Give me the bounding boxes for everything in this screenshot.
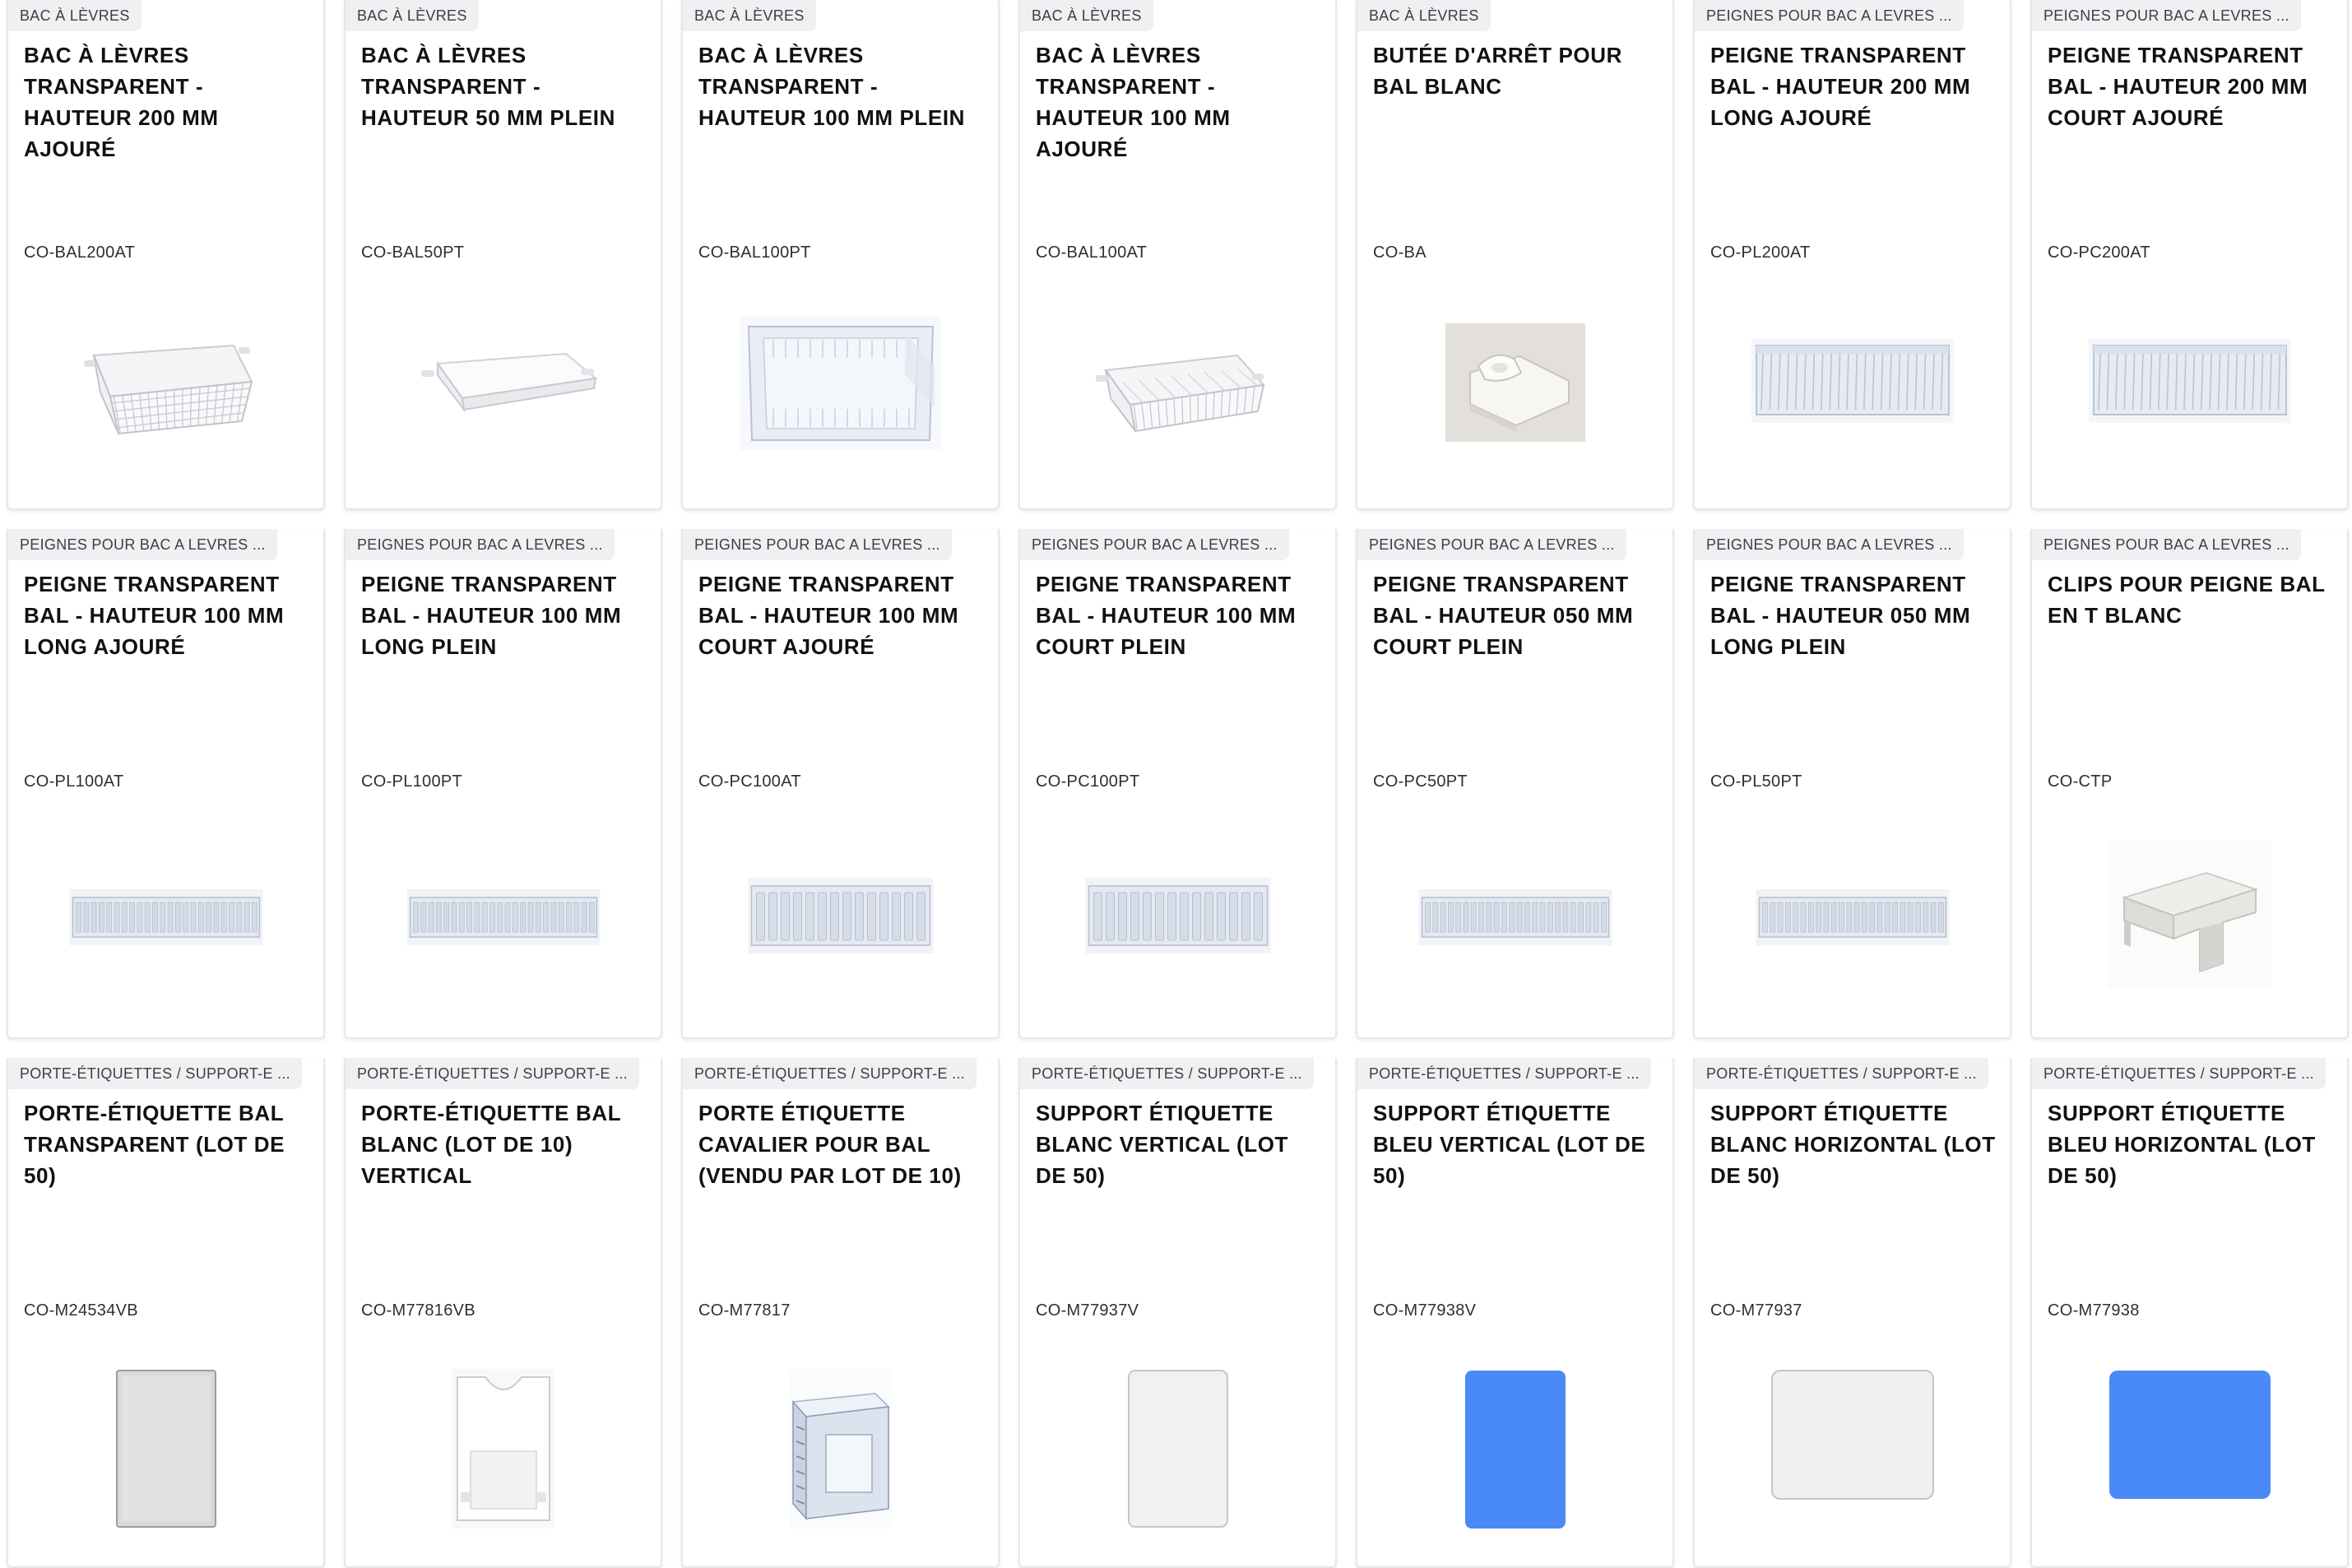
product-reference: CO-M24534VB — [24, 1301, 138, 1320]
product-category-badge: BAC À LÈVRES — [1020, 0, 1153, 31]
product-reference: CO-PC200AT — [2048, 244, 2150, 262]
product-title[interactable]: PORTE ÉTIQUETTE CAVALIER POUR BAL (VENDU… — [698, 1097, 986, 1191]
product-category-badge: BAC À LÈVRES — [346, 0, 479, 31]
product-category-badge: BAC À LÈVRES — [8, 0, 141, 31]
product-category-badge: BAC À LÈVRES — [1357, 0, 1491, 31]
product-reference: CO-M77938 — [2048, 1301, 2140, 1320]
product-category-badge: PORTE-ÉTIQUETTES / SUPPORT-E ... — [1695, 1058, 1988, 1089]
product-card[interactable]: BAC À LÈVRES BAC À LÈVRES TRANSPARENT - H… — [1018, 0, 1337, 510]
product-reference: CO-PL100AT — [24, 772, 124, 791]
product-reference: CO-BAL100AT — [1036, 244, 1148, 262]
product-title[interactable]: PORTE-ÉTIQUETTE BAL BLANC (LOT DE 10) VE… — [361, 1097, 649, 1191]
product-reference: CO-BA — [1373, 244, 1427, 262]
product-card[interactable]: PORTE-ÉTIQUETTES / SUPPORT-E ... PORTE-ÉT… — [7, 1058, 325, 1568]
product-card[interactable]: PEIGNES POUR BAC A LEVRES ... CLIPS POUR … — [2030, 529, 2349, 1039]
product-title[interactable]: PORTE-ÉTIQUETTE BAL TRANSPARENT (LOT DE … — [24, 1097, 312, 1191]
product-reference: CO-M77937 — [1710, 1301, 1802, 1320]
product-category-badge: PORTE-ÉTIQUETTES / SUPPORT-E ... — [346, 1058, 639, 1089]
product-card[interactable]: PEIGNES POUR BAC A LEVRES ... PEIGNE TRAN… — [681, 529, 1000, 1039]
product-title[interactable]: SUPPORT ÉTIQUETTE BLEU HORIZONTAL (LOT D… — [2048, 1097, 2336, 1191]
product-reference: CO-PL100PT — [361, 772, 463, 791]
product-reference: CO-M77938V — [1373, 1301, 1477, 1320]
product-card[interactable]: BAC À LÈVRES BAC À LÈVRES TRANSPARENT - H… — [681, 0, 1000, 510]
product-category-badge: PEIGNES POUR BAC A LEVRES ... — [2032, 529, 2301, 560]
product-card[interactable]: PEIGNES POUR BAC A LEVRES ... PEIGNE TRAN… — [2030, 0, 2349, 510]
product-title[interactable]: PEIGNE TRANSPARENT BAL - HAUTEUR 200 MM … — [2048, 39, 2336, 133]
product-card[interactable]: PEIGNES POUR BAC A LEVRES ... PEIGNE TRAN… — [344, 529, 662, 1039]
product-title[interactable]: PEIGNE TRANSPARENT BAL - HAUTEUR 050 MM … — [1710, 568, 1998, 662]
product-card[interactable]: PEIGNES POUR BAC A LEVRES ... PEIGNE TRAN… — [7, 529, 325, 1039]
product-category-badge: PEIGNES POUR BAC A LEVRES ... — [1020, 529, 1289, 560]
product-reference: CO-PC100PT — [1036, 772, 1140, 791]
product-card[interactable]: PEIGNES POUR BAC A LEVRES ... PEIGNE TRAN… — [1693, 529, 2011, 1039]
product-card[interactable]: PEIGNES POUR BAC A LEVRES ... PEIGNE TRAN… — [1693, 0, 2011, 510]
product-reference: CO-PC50PT — [1373, 772, 1468, 791]
product-title[interactable]: BAC À LÈVRES TRANSPARENT - HAUTEUR 100 M… — [698, 39, 986, 133]
product-card[interactable]: PEIGNES POUR BAC A LEVRES ... PEIGNE TRAN… — [1018, 529, 1337, 1039]
product-card[interactable]: PORTE-ÉTIQUETTES / SUPPORT-E ... SUPPORT … — [1018, 1058, 1337, 1568]
product-title[interactable]: SUPPORT ÉTIQUETTE BLEU VERTICAL (LOT DE … — [1373, 1097, 1661, 1191]
product-card[interactable]: PEIGNES POUR BAC A LEVRES ... PEIGNE TRAN… — [1356, 529, 1674, 1039]
product-category-badge: PORTE-ÉTIQUETTES / SUPPORT-E ... — [1357, 1058, 1651, 1089]
product-reference: CO-BAL100PT — [698, 244, 811, 262]
product-card[interactable]: PORTE-ÉTIQUETTES / SUPPORT-E ... SUPPORT … — [1693, 1058, 2011, 1568]
product-reference: CO-PL50PT — [1710, 772, 1802, 791]
product-category-badge: PORTE-ÉTIQUETTES / SUPPORT-E ... — [683, 1058, 977, 1089]
product-title[interactable]: PEIGNE TRANSPARENT BAL - HAUTEUR 200 MM … — [1710, 39, 1998, 133]
product-card[interactable]: BAC À LÈVRES BUTÉE D'ARRÊT POUR BAL BLANC… — [1356, 0, 1674, 510]
product-category-badge: PEIGNES POUR BAC A LEVRES ... — [1695, 529, 1964, 560]
product-title[interactable]: PEIGNE TRANSPARENT BAL - HAUTEUR 100 MM … — [361, 568, 649, 662]
product-title[interactable]: SUPPORT ÉTIQUETTE BLANC HORIZONTAL (LOT … — [1710, 1097, 1998, 1191]
product-card[interactable]: BAC À LÈVRES BAC À LÈVRES TRANSPARENT - H… — [7, 0, 325, 510]
product-title[interactable]: BAC À LÈVRES TRANSPARENT - HAUTEUR 50 MM… — [361, 39, 649, 133]
product-card[interactable]: PORTE-ÉTIQUETTES / SUPPORT-E ... SUPPORT … — [1356, 1058, 1674, 1568]
product-reference: CO-M77817 — [698, 1301, 791, 1320]
product-card[interactable]: BAC À LÈVRES BAC À LÈVRES TRANSPARENT - H… — [344, 0, 662, 510]
product-category-badge: PORTE-ÉTIQUETTES / SUPPORT-E ... — [8, 1058, 302, 1089]
product-title[interactable]: PEIGNE TRANSPARENT BAL - HAUTEUR 100 MM … — [1036, 568, 1324, 662]
product-category-badge: PORTE-ÉTIQUETTES / SUPPORT-E ... — [2032, 1058, 2326, 1089]
product-reference: CO-BAL200AT — [24, 244, 136, 262]
product-category-badge: BAC À LÈVRES — [683, 0, 816, 31]
product-title[interactable]: PEIGNE TRANSPARENT BAL - HAUTEUR 100 MM … — [24, 568, 312, 662]
product-reference: CO-BAL50PT — [361, 244, 465, 262]
product-category-badge: PEIGNES POUR BAC A LEVRES ... — [346, 529, 615, 560]
product-card[interactable]: PORTE-ÉTIQUETTES / SUPPORT-E ... SUPPORT … — [2030, 1058, 2349, 1568]
product-reference: CO-PC100AT — [698, 772, 801, 791]
product-category-badge: PEIGNES POUR BAC A LEVRES ... — [2032, 0, 2301, 31]
product-title[interactable]: BAC À LÈVRES TRANSPARENT - HAUTEUR 100 M… — [1036, 39, 1324, 165]
product-card[interactable]: PORTE-ÉTIQUETTES / SUPPORT-E ... PORTE ÉT… — [681, 1058, 1000, 1568]
product-reference: CO-CTP — [2048, 772, 2113, 791]
product-card[interactable]: PORTE-ÉTIQUETTES / SUPPORT-E ... PORTE-ÉT… — [344, 1058, 662, 1568]
product-category-badge: PEIGNES POUR BAC A LEVRES ... — [683, 529, 952, 560]
product-title[interactable]: PEIGNE TRANSPARENT BAL - HAUTEUR 100 MM … — [698, 568, 986, 662]
product-title[interactable]: BAC À LÈVRES TRANSPARENT - HAUTEUR 200 M… — [24, 39, 312, 165]
product-category-badge: PEIGNES POUR BAC A LEVRES ... — [1357, 529, 1626, 560]
product-category-badge: PEIGNES POUR BAC A LEVRES ... — [8, 529, 277, 560]
product-reference: CO-M77816VB — [361, 1301, 476, 1320]
product-category-badge: PORTE-ÉTIQUETTES / SUPPORT-E ... — [1020, 1058, 1314, 1089]
product-category-badge: PEIGNES POUR BAC A LEVRES ... — [1695, 0, 1964, 31]
product-reference: CO-M77937V — [1036, 1301, 1139, 1320]
product-grid: BAC À LÈVRES BAC À LÈVRES TRANSPARENT - H… — [7, 0, 2349, 1568]
product-title[interactable]: CLIPS POUR PEIGNE BAL EN T BLANC — [2048, 568, 2336, 631]
product-title[interactable]: PEIGNE TRANSPARENT BAL - HAUTEUR 050 MM … — [1373, 568, 1661, 662]
product-title[interactable]: SUPPORT ÉTIQUETTE BLANC VERTICAL (LOT DE… — [1036, 1097, 1324, 1191]
product-reference: CO-PL200AT — [1710, 244, 1811, 262]
product-title[interactable]: BUTÉE D'ARRÊT POUR BAL BLANC — [1373, 39, 1661, 102]
